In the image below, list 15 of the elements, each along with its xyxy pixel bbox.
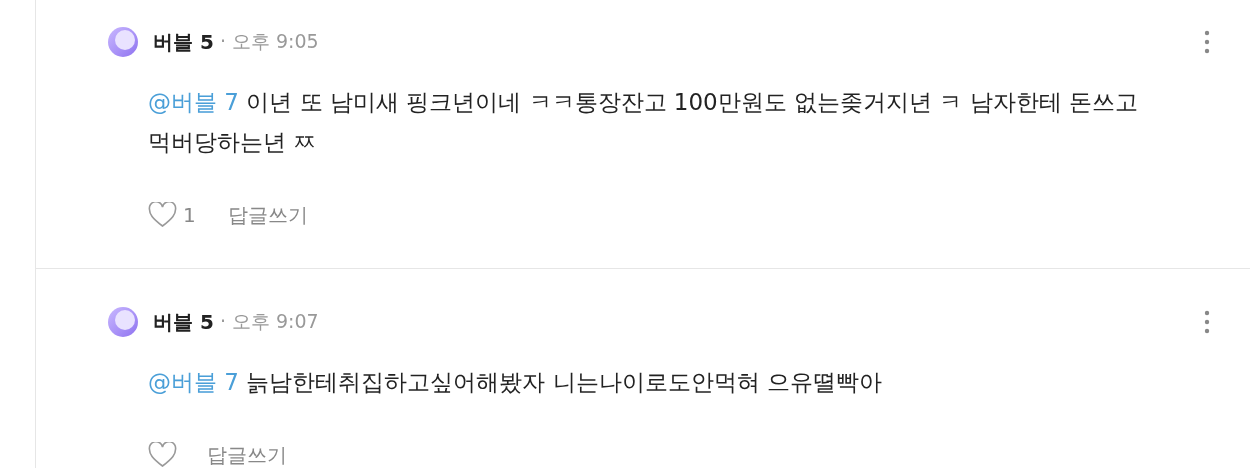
author-name: 버블 5 bbox=[153, 308, 214, 336]
comment-text: @버블 7 이년 또 남미새 핑크년이네 ㅋㅋ통장잔고 100만원도 없는좆거지년 ㅋ 남자한테 돈쓰고 먹버당하는년 ㅉ bbox=[148, 88, 1139, 157]
comment-time: · 오후 9:05 bbox=[219, 29, 319, 54]
reply-button[interactable]: 답글쓰기 bbox=[227, 201, 308, 229]
heart-icon[interactable] bbox=[148, 442, 177, 468]
author-name: 버블 5 bbox=[153, 28, 214, 56]
comment-time: · 오후 9:07 bbox=[219, 309, 319, 334]
avatar-icon bbox=[108, 27, 138, 57]
reply-button[interactable]: 답글쓰기 bbox=[207, 441, 287, 468]
comment-text: @버블 7 늙남한테취집하고싶어해봤자 니는나이로도안먹혀 으유뗠빡아 bbox=[148, 368, 883, 397]
more-icon[interactable] bbox=[1204, 310, 1210, 334]
more-icon[interactable] bbox=[1204, 30, 1210, 54]
heart-icon[interactable] bbox=[148, 202, 177, 228]
avatar-icon bbox=[108, 307, 138, 337]
like-count: 1 bbox=[183, 203, 196, 227]
